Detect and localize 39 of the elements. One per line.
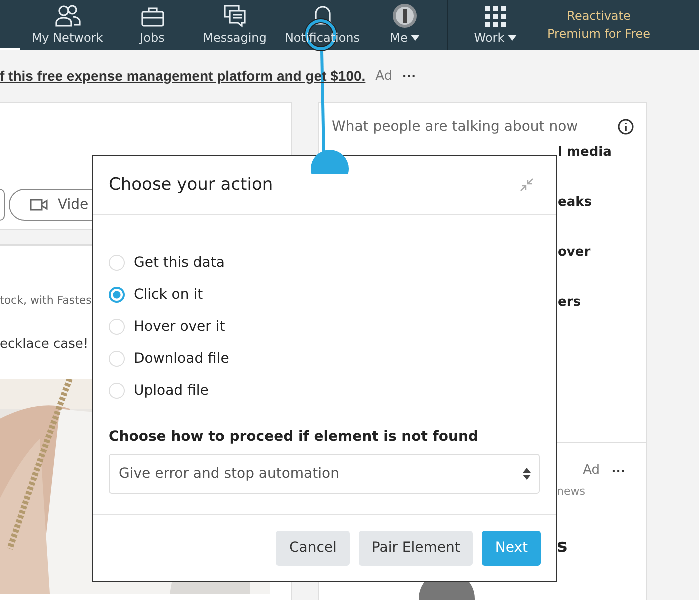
avatar — [393, 4, 417, 28]
nav-item[interactable]: Jobs — [115, 0, 190, 50]
chat-icon — [223, 4, 247, 28]
radio-option[interactable]: Click on it — [109, 279, 540, 311]
trending-topic[interactable]: ers — [558, 295, 634, 345]
more-button[interactable]: ··· — [402, 68, 417, 84]
nav-item[interactable]: Me — [365, 0, 445, 50]
trending-title: What people are talking about now — [332, 119, 578, 135]
nav-item[interactable]: Work — [448, 0, 543, 50]
dialog-button[interactable]: Pair Element — [358, 530, 474, 566]
post-text: tock, with Fastes — [0, 294, 92, 307]
premium-link[interactable]: Reactivate Premium for Free — [543, 0, 655, 50]
briefcase-icon — [140, 6, 164, 28]
grid-icon — [484, 6, 506, 28]
radio-option[interactable]: Upload file — [109, 375, 540, 407]
radio-button[interactable] — [109, 287, 125, 303]
radio-option[interactable]: Download file — [109, 343, 540, 375]
ad-label: Ad — [376, 68, 393, 84]
radio-option[interactable]: Get this data — [109, 247, 540, 279]
select-field[interactable]: Give error and stop automation — [109, 454, 540, 494]
ad-text: news — [557, 485, 586, 498]
more-button[interactable]: ··· — [612, 463, 626, 479]
video-camera-icon — [30, 199, 48, 211]
dialog-button[interactable]: Cancel — [276, 530, 350, 566]
nav-item[interactable]: My Network — [20, 0, 115, 50]
people-icon — [54, 4, 80, 28]
dialog-title: Choose your action — [109, 175, 274, 195]
post-text: ecklace case! — [0, 337, 89, 352]
trending-topic[interactable]: over — [558, 245, 634, 295]
collapse-icon[interactable] — [520, 178, 534, 192]
trending-topic[interactable]: l media — [558, 145, 634, 195]
nav-item[interactable]: Messaging — [190, 0, 280, 50]
radio-option[interactable]: Hover over it — [109, 311, 540, 343]
sort-arrows-icon — [523, 468, 531, 480]
field-label: Choose how to proceed if element is not found — [109, 429, 480, 445]
ad-heading: s — [557, 536, 568, 557]
trending-topic[interactable]: eaks — [558, 195, 634, 245]
info-icon[interactable] — [618, 119, 634, 135]
ad-label: Ad — [583, 463, 600, 479]
